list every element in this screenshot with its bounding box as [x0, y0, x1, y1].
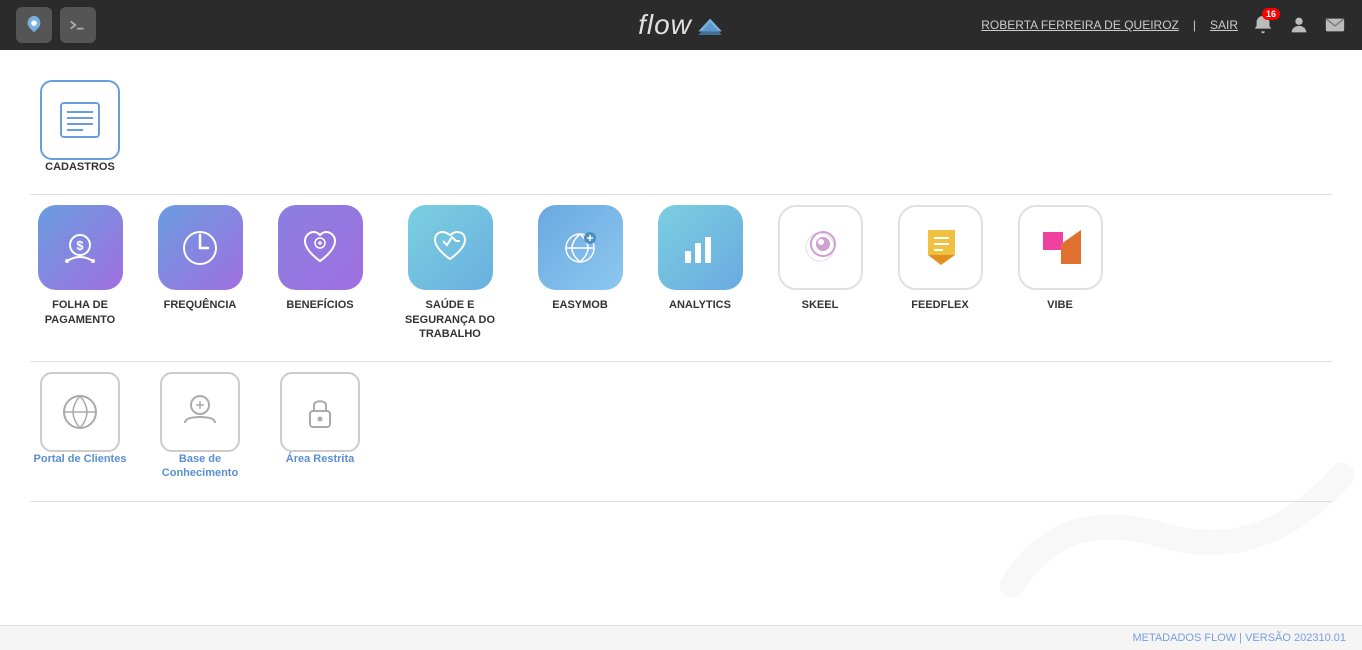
app-folha[interactable]: $ FOLHA DE PAGAMENTO: [30, 205, 130, 327]
sair-link[interactable]: SAIR: [1210, 18, 1238, 32]
app-base[interactable]: Base de Conhecimento: [150, 372, 250, 481]
portal-apps-grid: Portal de Clientes Base de Conhecimento: [30, 372, 1332, 481]
app-feedflex-label: FEEDFLEX: [911, 298, 968, 312]
user-profile-button[interactable]: [1288, 14, 1310, 36]
footer: METADADOS FLOW | VERSÃO 202310.01: [0, 625, 1362, 650]
app-frequencia-label: FREQUÊNCIA: [164, 298, 237, 312]
app-portal-label: Portal de Clientes: [34, 452, 127, 466]
app-feedflex[interactable]: FEEDFLEX: [890, 205, 990, 312]
app-cadastros-label: CADASTROS: [45, 160, 115, 174]
cadastros-grid: CADASTROS: [30, 80, 1332, 174]
mail-button[interactable]: [1324, 14, 1346, 36]
portal-icon: [40, 372, 120, 452]
footer-text: METADADOS FLOW | VERSÃO 202310.01: [1132, 632, 1346, 644]
app-vibe[interactable]: VIBE: [1010, 205, 1110, 312]
easymob-icon: [538, 205, 623, 290]
app-saude[interactable]: SAÚDE E SEGURANÇA DO TRABALHO: [390, 205, 510, 341]
app-restrita[interactable]: Área Restrita: [270, 372, 370, 466]
app-analytics[interactable]: ANALYTICS: [650, 205, 750, 312]
header: flow ROBERTA FERREIRA DE QUEIROZ | SAIR …: [0, 0, 1362, 50]
saude-icon: [408, 205, 493, 290]
app-saude-label: SAÚDE E SEGURANÇA DO TRABALHO: [390, 298, 510, 341]
cadastros-icon: [40, 80, 120, 160]
frequencia-icon: [158, 205, 243, 290]
logo-text: flow: [638, 9, 692, 41]
app-frequencia[interactable]: FREQUÊNCIA: [150, 205, 250, 312]
app-portal[interactable]: Portal de Clientes: [30, 372, 130, 466]
app-beneficios[interactable]: BENEFÍCIOS: [270, 205, 370, 312]
section-main-apps: $ FOLHA DE PAGAMENTO FRE: [30, 195, 1332, 362]
app-skeel-label: SKEEL: [802, 298, 839, 312]
app-cadastros[interactable]: CADASTROS: [30, 80, 130, 174]
notification-button[interactable]: 16: [1252, 14, 1274, 36]
logo-icon: [696, 15, 724, 35]
skeel-icon: [778, 205, 863, 290]
base-icon: [160, 372, 240, 452]
svg-text:$: $: [76, 238, 84, 253]
terminal-icon-button[interactable]: [60, 7, 96, 43]
app-vibe-label: VIBE: [1047, 298, 1073, 312]
section-cadastros: CADASTROS: [30, 70, 1332, 195]
app-beneficios-label: BENEFÍCIOS: [286, 298, 353, 312]
app-restrita-label: Área Restrita: [286, 452, 354, 466]
header-right: ROBERTA FERREIRA DE QUEIROZ | SAIR 16: [981, 14, 1346, 36]
beneficios-icon: [278, 205, 363, 290]
vibe-icon: [1018, 205, 1103, 290]
app-icon-button[interactable]: [16, 7, 52, 43]
separator: |: [1193, 18, 1196, 32]
app-easymob[interactable]: EASYMOB: [530, 205, 630, 312]
header-left: [16, 7, 96, 43]
main-apps-grid: $ FOLHA DE PAGAMENTO FRE: [30, 205, 1332, 341]
app-skeel[interactable]: SKEEL: [770, 205, 870, 312]
feedflex-icon: [898, 205, 983, 290]
app-base-label: Base de Conhecimento: [150, 452, 250, 481]
main-content: CADASTROS $ FOLHA DE PAGAMENTO: [0, 50, 1362, 650]
app-analytics-label: ANALYTICS: [669, 298, 731, 312]
notification-badge: 16: [1262, 8, 1280, 20]
analytics-icon: [658, 205, 743, 290]
header-center: flow: [638, 9, 724, 41]
app-easymob-label: EASYMOB: [552, 298, 608, 312]
section-portal-apps: Portal de Clientes Base de Conhecimento: [30, 362, 1332, 502]
restrita-icon: [280, 372, 360, 452]
app-folha-label: FOLHA DE PAGAMENTO: [30, 298, 130, 327]
folha-icon: $: [38, 205, 123, 290]
user-name[interactable]: ROBERTA FERREIRA DE QUEIROZ: [981, 18, 1179, 32]
